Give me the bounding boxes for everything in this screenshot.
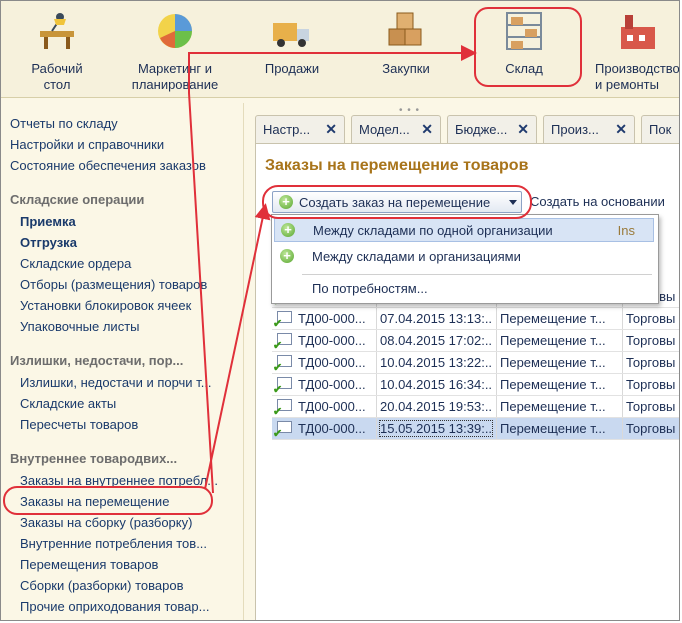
annotation-arrows bbox=[188, 45, 477, 494]
app-window: Рабочий стол Маркетинг и планирование Пр… bbox=[0, 0, 680, 621]
